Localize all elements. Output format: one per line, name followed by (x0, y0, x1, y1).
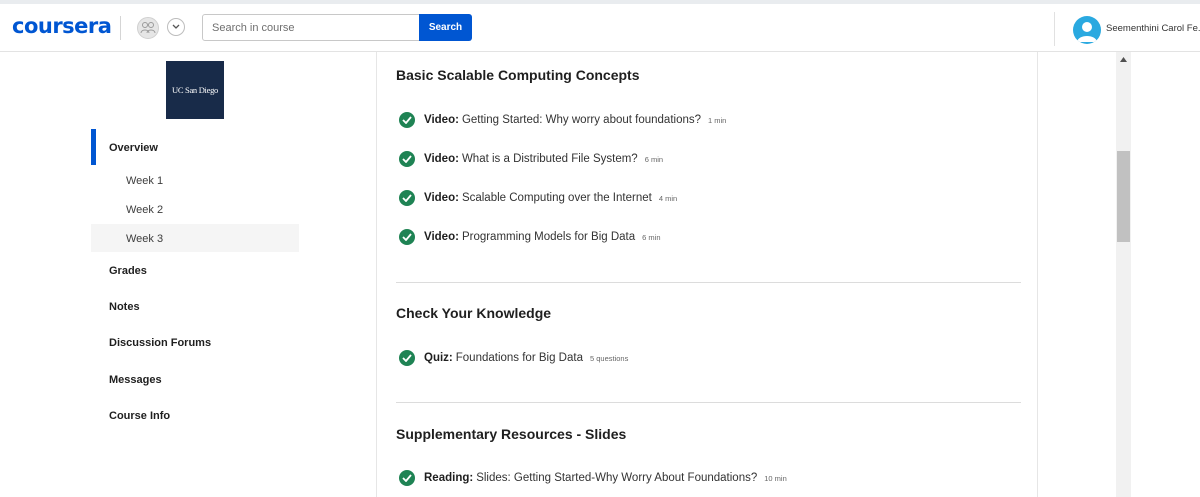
lesson-item[interactable]: Video: What is a Distributed File System… (399, 150, 663, 168)
item-question-count: 5 questions (589, 353, 629, 363)
check-circle-icon (399, 350, 415, 366)
item-title[interactable]: What is a Distributed File System? (462, 153, 638, 165)
item-type: Video: (424, 192, 459, 204)
sidebar-item-grades[interactable]: Grades (109, 265, 147, 277)
item-type: Video: (424, 153, 459, 165)
header: coursera Search Seementhini Carol Fe... (0, 4, 1200, 52)
partner-logo: UC San Diego (166, 61, 224, 119)
lesson-item[interactable]: Quiz: Foundations for Big Data 5 questio… (399, 349, 628, 367)
item-duration: 10 min (764, 473, 787, 483)
search-input[interactable] (202, 14, 420, 41)
item-duration: 1 min (708, 115, 727, 125)
scrollbar-thumb[interactable] (1117, 151, 1130, 242)
item-title[interactable]: Foundations for Big Data (456, 352, 583, 364)
user-name[interactable]: Seementhini Carol Fe... (1106, 23, 1200, 34)
sidebar-item-week-2[interactable]: Week 2 (126, 204, 163, 216)
sidebar-item-notes[interactable]: Notes (109, 301, 140, 313)
sidebar-item-overview[interactable]: Overview (109, 142, 158, 154)
item-duration: 6 min (644, 154, 664, 164)
sidebar-item-messages[interactable]: Messages (109, 374, 162, 386)
item-type: Video: (424, 114, 459, 126)
item-duration: 4 min (658, 193, 678, 203)
section-divider (396, 402, 1021, 403)
lesson-item[interactable]: Reading: Slides: Getting Started-Why Wor… (399, 469, 787, 487)
check-circle-icon (399, 229, 415, 245)
sidebar-item-course-info[interactable]: Course Info (109, 410, 170, 422)
item-type: Quiz: (424, 352, 453, 364)
coursera-logo[interactable]: coursera (12, 14, 112, 38)
sidebar-item-week-1[interactable]: Week 1 (126, 175, 163, 187)
content-border-right (1037, 52, 1038, 497)
check-circle-icon (399, 112, 415, 128)
chevron-down-icon[interactable] (167, 18, 185, 36)
item-title[interactable]: Scalable Computing over the Internet (462, 192, 652, 204)
section-divider (396, 282, 1021, 283)
item-title[interactable]: Programming Models for Big Data (462, 231, 635, 243)
scroll-up-arrow-icon[interactable] (1116, 52, 1131, 66)
section-title: Check Your Knowledge (396, 305, 552, 321)
search-button[interactable]: Search (419, 14, 472, 41)
section-title: Basic Scalable Computing Concepts (396, 67, 640, 83)
scrollbar-track[interactable] (1116, 52, 1131, 497)
lesson-item[interactable]: Video: Programming Models for Big Data 6… (399, 228, 661, 246)
item-duration: 6 min (642, 232, 661, 242)
sidebar-item-week-3-highlight (91, 224, 299, 252)
item-title[interactable]: Slides: Getting Started-Why Worry About … (476, 472, 757, 484)
people-icon[interactable] (137, 17, 159, 39)
header-divider (120, 16, 121, 40)
user-avatar-icon[interactable] (1073, 16, 1101, 44)
sidebar-item-week-3[interactable]: Week 3 (126, 233, 163, 245)
item-title[interactable]: Getting Started: Why worry about foundat… (462, 114, 701, 126)
section-title: Supplementary Resources - Slides (396, 426, 627, 442)
item-type: Video: (424, 231, 459, 243)
check-circle-icon (399, 151, 415, 167)
check-circle-icon (399, 470, 415, 486)
sidebar-item-discussion-forums[interactable]: Discussion Forums (109, 337, 211, 349)
content-border-left (376, 52, 377, 497)
lesson-item[interactable]: Video: Scalable Computing over the Inter… (399, 189, 677, 207)
lesson-item[interactable]: Video: Getting Started: Why worry about … (399, 111, 726, 129)
active-indicator (91, 129, 96, 165)
check-circle-icon (399, 190, 415, 206)
header-right-divider (1054, 12, 1055, 46)
item-type: Reading: (424, 472, 474, 484)
